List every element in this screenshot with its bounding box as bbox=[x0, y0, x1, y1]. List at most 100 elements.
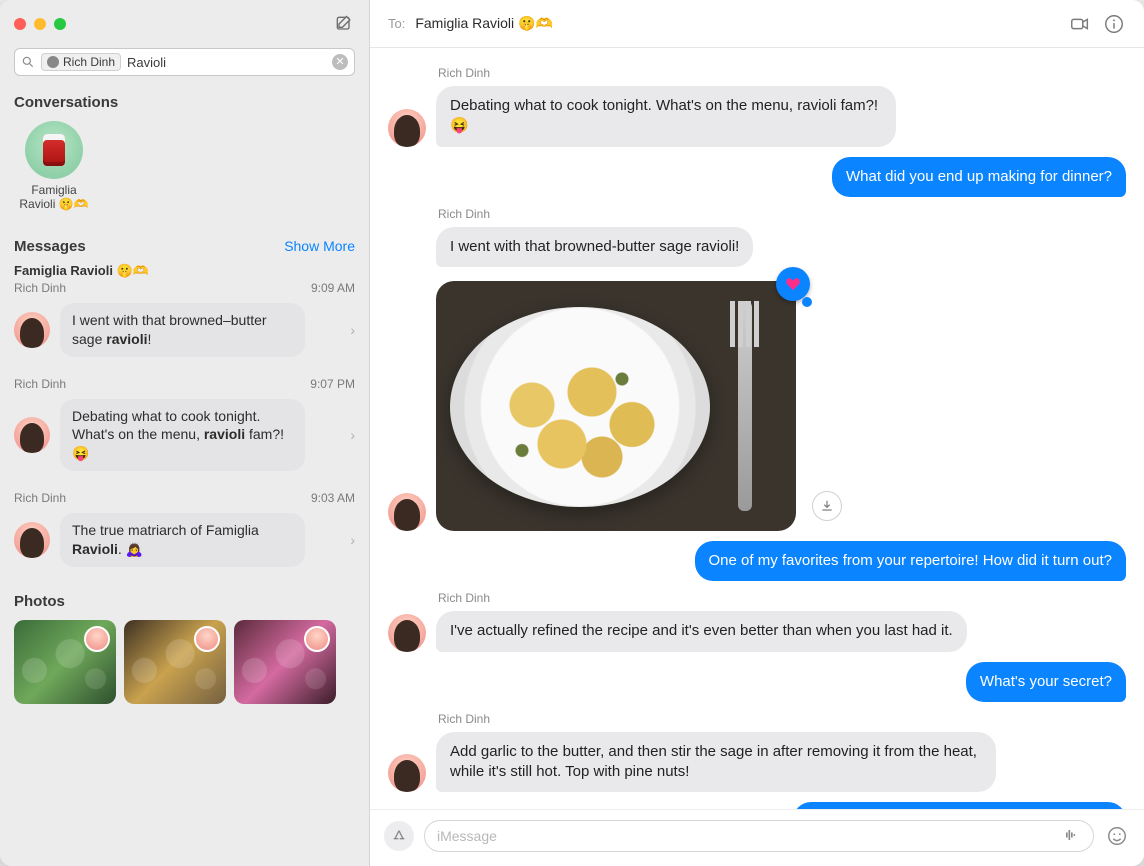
message-result-time: 9:09 AM bbox=[311, 281, 355, 295]
message-row: Incredible. I have to try making this fo… bbox=[388, 802, 1126, 809]
conversations-list: Famiglia Ravioli 🤫🫶 bbox=[0, 115, 369, 228]
message-row: What's your secret? bbox=[388, 662, 1126, 702]
search-icon bbox=[21, 55, 35, 69]
group-avatar-icon bbox=[43, 134, 65, 166]
image-attachment[interactable] bbox=[436, 281, 796, 531]
avatar bbox=[14, 417, 50, 453]
conversation-label: Famiglia Ravioli 🤫🫶 bbox=[19, 183, 88, 212]
person-icon bbox=[47, 56, 59, 68]
message-row: What did you end up making for dinner? bbox=[388, 157, 1126, 197]
dictation-button[interactable] bbox=[1061, 825, 1081, 848]
message-result-text: Debating what to cook tonight. What's on… bbox=[60, 399, 305, 472]
sender-label: Rich Dinh bbox=[438, 591, 1126, 605]
messages-window: Rich Dinh Ravioli ✕ Conversations Famigl… bbox=[0, 0, 1144, 866]
conversation-item[interactable]: Famiglia Ravioli 🤫🫶 bbox=[14, 121, 94, 212]
app-store-icon bbox=[391, 828, 407, 844]
photo-thumbnail[interactable] bbox=[14, 620, 116, 704]
message-result-time: 9:07 PM bbox=[310, 377, 355, 391]
conversation-pane: To: Famiglia Ravioli 🤫🫶 Rich Dinh Debati… bbox=[370, 0, 1144, 866]
avatar-badge-icon bbox=[84, 626, 110, 652]
video-icon bbox=[1069, 13, 1091, 35]
message-result[interactable]: Rich Dinh 9:03 AM The true matriarch of … bbox=[6, 487, 363, 583]
info-icon bbox=[1103, 13, 1125, 35]
tapback-love[interactable] bbox=[776, 267, 810, 301]
titlebar bbox=[0, 0, 369, 48]
avatar bbox=[14, 312, 50, 348]
avatar-badge-icon bbox=[304, 626, 330, 652]
message-row: One of my favorites from your repertoire… bbox=[388, 541, 1126, 581]
message-bubble-outgoing[interactable]: What's your secret? bbox=[966, 662, 1126, 702]
search-text: Ravioli bbox=[127, 55, 166, 70]
conversation-avatar bbox=[25, 121, 83, 179]
chevron-right-icon: › bbox=[350, 532, 355, 548]
message-row: Add garlic to the butter, and then stir … bbox=[388, 732, 1126, 793]
message-result-time: 9:03 AM bbox=[311, 491, 355, 505]
conversations-heading: Conversations bbox=[0, 84, 369, 115]
compose-button[interactable] bbox=[333, 13, 355, 35]
zoom-icon[interactable] bbox=[54, 18, 66, 30]
avatar-badge-icon bbox=[194, 626, 220, 652]
clear-search-icon[interactable]: ✕ bbox=[332, 54, 348, 70]
to-label: To: bbox=[388, 16, 405, 31]
chevron-right-icon: › bbox=[350, 427, 355, 443]
message-result-from: Rich Dinh bbox=[14, 491, 66, 505]
message-result-from: Rich Dinh bbox=[14, 281, 66, 295]
message-bubble-outgoing[interactable]: Incredible. I have to try making this fo… bbox=[793, 802, 1126, 809]
to-name: Famiglia Ravioli 🤫🫶 bbox=[415, 15, 553, 32]
close-icon[interactable] bbox=[14, 18, 26, 30]
heart-icon bbox=[785, 276, 801, 292]
smiley-icon bbox=[1106, 825, 1128, 847]
sidebar: Rich Dinh Ravioli ✕ Conversations Famigl… bbox=[0, 0, 370, 866]
avatar bbox=[388, 754, 426, 792]
facetime-button[interactable] bbox=[1068, 12, 1092, 36]
message-row bbox=[388, 281, 1126, 531]
download-button[interactable] bbox=[812, 491, 842, 521]
photo-thumbnail[interactable] bbox=[234, 620, 336, 704]
message-input[interactable]: iMessage bbox=[424, 820, 1094, 852]
message-bubble-incoming[interactable]: I went with that browned-butter sage rav… bbox=[436, 227, 753, 267]
message-result-from: Rich Dinh bbox=[14, 377, 66, 391]
search-input[interactable]: Rich Dinh Ravioli ✕ bbox=[14, 48, 355, 76]
window-controls bbox=[14, 18, 66, 30]
waveform-icon bbox=[1061, 825, 1081, 845]
message-bubble-outgoing[interactable]: One of my favorites from your repertoire… bbox=[695, 541, 1127, 581]
chevron-right-icon: › bbox=[350, 322, 355, 338]
message-result-group: Famiglia Ravioli 🤫🫶 bbox=[14, 263, 355, 281]
message-result[interactable]: Famiglia Ravioli 🤫🫶 Rich Dinh 9:09 AM I … bbox=[6, 259, 363, 373]
message-row: I've actually refined the recipe and it'… bbox=[388, 611, 1126, 651]
download-icon bbox=[819, 498, 835, 514]
avatar bbox=[14, 522, 50, 558]
apps-button[interactable] bbox=[384, 821, 414, 851]
conversation-header: To: Famiglia Ravioli 🤫🫶 bbox=[370, 0, 1144, 48]
message-thread[interactable]: Rich Dinh Debating what to cook tonight.… bbox=[370, 48, 1144, 809]
photo-thumbnail[interactable] bbox=[124, 620, 226, 704]
message-bubble-incoming[interactable]: Add garlic to the butter, and then stir … bbox=[436, 732, 996, 793]
photos-section bbox=[0, 614, 369, 718]
message-results: Famiglia Ravioli 🤫🫶 Rich Dinh 9:09 AM I … bbox=[0, 259, 369, 583]
search-token[interactable]: Rich Dinh bbox=[41, 53, 121, 71]
message-row: Debating what to cook tonight. What's on… bbox=[388, 86, 1126, 147]
message-bubble-incoming[interactable]: Debating what to cook tonight. What's on… bbox=[436, 86, 896, 147]
avatar bbox=[388, 109, 426, 147]
sender-label: Rich Dinh bbox=[438, 66, 1126, 80]
avatar bbox=[388, 493, 426, 531]
message-bubble-incoming[interactable]: I've actually refined the recipe and it'… bbox=[436, 611, 967, 651]
sender-label: Rich Dinh bbox=[438, 207, 1126, 221]
avatar bbox=[388, 614, 426, 652]
message-input-placeholder: iMessage bbox=[437, 828, 497, 844]
message-bubble-outgoing[interactable]: What did you end up making for dinner? bbox=[832, 157, 1126, 197]
show-more-link[interactable]: Show More bbox=[284, 238, 355, 254]
image-message[interactable] bbox=[436, 281, 796, 531]
message-result[interactable]: Rich Dinh 9:07 PM Debating what to cook … bbox=[6, 373, 363, 488]
composer: iMessage bbox=[370, 809, 1144, 866]
photos-heading: Photos bbox=[0, 583, 369, 614]
search-token-label: Rich Dinh bbox=[63, 55, 115, 69]
details-button[interactable] bbox=[1102, 12, 1126, 36]
message-result-text: I went with that browned–butter sage rav… bbox=[60, 303, 305, 357]
emoji-button[interactable] bbox=[1104, 823, 1130, 849]
minimize-icon[interactable] bbox=[34, 18, 46, 30]
messages-heading: Messages bbox=[14, 238, 86, 255]
sender-label: Rich Dinh bbox=[438, 712, 1126, 726]
message-row: I went with that browned-butter sage rav… bbox=[388, 227, 1126, 267]
message-result-text: The true matriarch of Famiglia Ravioli. … bbox=[60, 513, 305, 567]
